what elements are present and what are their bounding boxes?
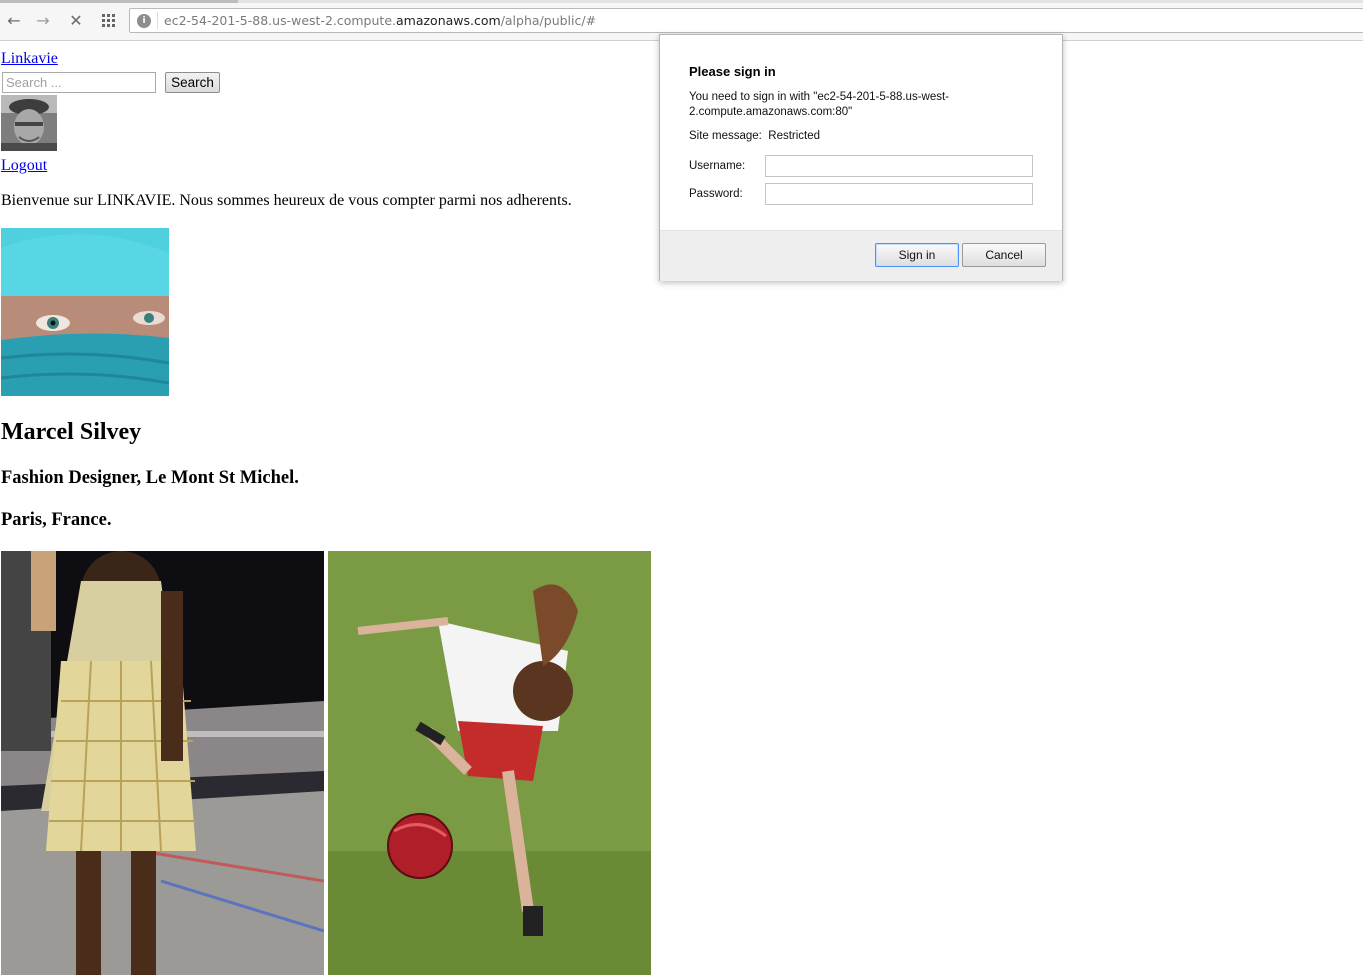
profile-location: Paris, France. [1,510,112,530]
logout-link[interactable]: Logout [1,157,47,175]
site-message-label: Site message: [689,130,762,142]
username-field[interactable] [765,155,1033,177]
gallery-photo-dress [1,551,324,975]
dialog-message: You need to sign in with "ec2-54-201-5-8… [689,91,950,118]
active-tab[interactable] [0,0,238,3]
profile-photo [1,228,169,396]
arrow-left-icon[interactable]: ← [4,11,24,31]
sign-in-button[interactable]: Sign in [875,243,959,267]
site-message: Site message: Restricted [689,130,820,142]
dialog-footer: Sign in Cancel [660,230,1062,281]
gallery-photo-soccer [328,551,651,975]
tab-strip [0,0,1363,3]
profile-title: Fashion Designer, Le Mont St Michel. [1,468,299,488]
username-label: Username: [689,160,746,172]
address-url[interactable]: ec2-54-201-5-88.us-west-2.compute.amazon… [164,9,596,32]
brand-link[interactable]: Linkavie [1,50,58,68]
address-separator [157,12,158,29]
welcome-message: Bienvenue sur LINKAVIE. Nous sommes heur… [1,192,572,209]
dialog-title: Please sign in [689,64,776,79]
avatar[interactable] [1,95,57,151]
search-button[interactable]: Search [165,72,220,93]
arrow-right-icon[interactable]: → [33,11,53,31]
url-path: /alpha/public/# [500,13,597,28]
address-bar[interactable]: i ec2-54-201-5-88.us-west-2.compute.amaz… [129,8,1363,33]
profile-name: Marcel Silvey [1,419,142,445]
url-domain: amazonaws.com [395,13,501,28]
cancel-button[interactable]: Cancel [962,243,1046,267]
grid-icon[interactable] [99,11,119,31]
close-icon[interactable]: ✕ [66,11,86,31]
site-message-value: Restricted [768,130,821,142]
url-prefix: ec2-54-201-5-88.us-west-2.compute. [164,13,396,28]
search-input[interactable] [2,72,156,93]
password-field[interactable] [765,183,1033,205]
info-icon[interactable]: i [137,14,151,28]
sign-in-dialog: Please sign in You need to sign in with … [659,34,1063,281]
password-label: Password: [689,188,743,200]
